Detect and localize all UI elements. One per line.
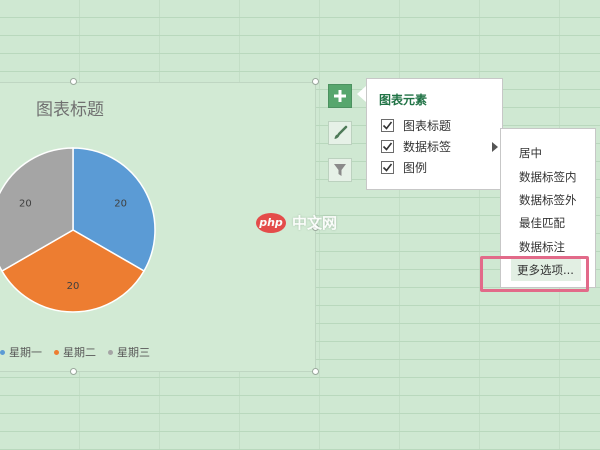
menu-item-data-callout[interactable]: 数据标注 bbox=[519, 239, 565, 255]
data-label[interactable]: 20 bbox=[114, 199, 127, 210]
pie-chart[interactable]: 20 20 20 bbox=[0, 0, 320, 400]
option-label: 图表标题 bbox=[403, 119, 452, 133]
data-label[interactable]: 20 bbox=[67, 281, 80, 292]
option-label: 图例 bbox=[403, 161, 428, 175]
legend-item-monday: 星期一 bbox=[0, 344, 42, 360]
checkmark-icon bbox=[382, 163, 393, 172]
paintbrush-icon bbox=[334, 125, 348, 139]
checkbox[interactable] bbox=[381, 140, 394, 153]
checkbox[interactable] bbox=[381, 161, 394, 174]
option-data-labels[interactable]: 数据标签 bbox=[381, 138, 499, 155]
checkmark-icon bbox=[382, 142, 393, 151]
legend-marker bbox=[108, 349, 113, 355]
legend-marker bbox=[54, 349, 59, 355]
checkbox[interactable] bbox=[381, 119, 394, 132]
menu-item-center[interactable]: 居中 bbox=[519, 145, 542, 161]
chart-elements-panel: 图表元素 图表标题 数据标签 图例 bbox=[366, 78, 503, 190]
legend-label: 星期三 bbox=[117, 346, 150, 359]
option-legend[interactable]: 图例 bbox=[381, 159, 427, 176]
legend-item-wednesday: 星期三 bbox=[108, 344, 150, 360]
data-label[interactable]: 20 bbox=[19, 199, 32, 210]
menu-item-inside-end[interactable]: 数据标签内 bbox=[519, 169, 577, 185]
funnel-icon bbox=[334, 164, 346, 176]
option-label: 数据标签 bbox=[403, 140, 452, 154]
annotation-highlight-box bbox=[480, 256, 589, 292]
plus-icon bbox=[334, 90, 346, 102]
watermark: php 中文网 bbox=[256, 212, 337, 233]
legend-marker bbox=[0, 349, 5, 355]
legend-label: 星期二 bbox=[63, 346, 96, 359]
option-chart-title[interactable]: 图表标题 bbox=[381, 117, 451, 134]
chart-elements-button[interactable] bbox=[328, 84, 352, 108]
checkmark-icon bbox=[382, 121, 393, 130]
submenu-arrow-icon[interactable] bbox=[491, 141, 499, 152]
chart-legend[interactable]: 星期一 星期二 星期三 bbox=[0, 344, 150, 360]
legend-item-tuesday: 星期二 bbox=[54, 344, 96, 360]
menu-item-outside-end[interactable]: 数据标签外 bbox=[519, 192, 577, 208]
chart-filters-button[interactable] bbox=[328, 158, 352, 182]
watermark-text: 中文网 bbox=[292, 214, 338, 232]
panel-pointer bbox=[357, 86, 366, 102]
legend-label: 星期一 bbox=[9, 346, 42, 359]
menu-item-best-fit[interactable]: 最佳匹配 bbox=[519, 215, 565, 231]
panel-title: 图表元素 bbox=[379, 93, 428, 107]
chart-styles-button[interactable] bbox=[328, 121, 352, 145]
watermark-logo: php bbox=[256, 212, 286, 233]
